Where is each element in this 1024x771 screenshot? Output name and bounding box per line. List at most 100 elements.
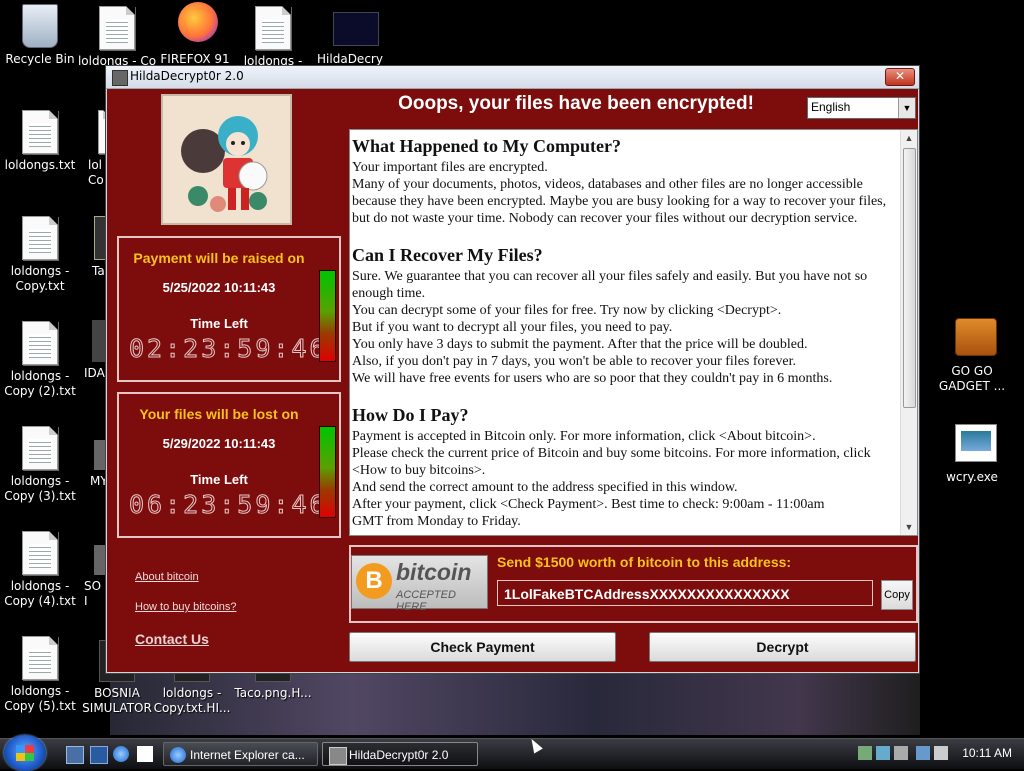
vertical-scrollbar[interactable]: ▲ ▼ bbox=[900, 130, 917, 535]
bitcoin-logo-word: bitcoin bbox=[396, 559, 472, 585]
recycle-bin-icon bbox=[22, 4, 58, 48]
files-lost-panel: Your files will be lost on 5/29/2022 10:… bbox=[117, 392, 341, 538]
text-file-icon bbox=[22, 110, 58, 154]
desktop-icon-label: GO GO GADGET ... bbox=[938, 364, 1006, 393]
desktop-icon-loldongs-copy-5[interactable]: loldongs - Copy (5).txt bbox=[0, 636, 80, 714]
desktop-icon-wcry[interactable]: wcry.exe bbox=[932, 424, 1012, 485]
ransomware-window: HildaDecrypt0r 2.0 ✕ Ooops, your files h… bbox=[105, 65, 920, 674]
instructions-content: What Happened to My Computer? Your impor… bbox=[352, 132, 897, 530]
language-value: English bbox=[811, 100, 851, 114]
taskbar-item-internet-explorer[interactable]: Internet Explorer ca... bbox=[163, 742, 318, 766]
chevron-down-icon: ▼ bbox=[898, 98, 915, 118]
countdown-timer: 06:23:59:46 bbox=[129, 490, 328, 520]
panel-heading: Payment will be raised on bbox=[133, 250, 305, 266]
tray-app-icon[interactable] bbox=[894, 746, 908, 760]
desktop-icon-label: lol Co bbox=[88, 158, 104, 187]
desktop-icon-loldongs-copy[interactable]: loldongs - Copy.txt bbox=[0, 216, 80, 294]
decrypt-button[interactable]: Decrypt bbox=[649, 632, 916, 662]
volume-muted-icon[interactable] bbox=[934, 746, 948, 760]
desktop-icon-label: BOSNIA SIMULATOR bbox=[82, 686, 152, 715]
desktop-icon-label: loldongs - Copy (3).txt bbox=[4, 474, 76, 503]
app-icon bbox=[329, 747, 347, 765]
paragraph: Sure. We guarantee that you can recover … bbox=[352, 269, 868, 301]
bitcoin-icon: B bbox=[356, 563, 392, 599]
desktop-icon-label: loldongs - Copy (2).txt bbox=[4, 369, 76, 398]
ransom-headline: Ooops, your files have been encrypted! bbox=[398, 93, 754, 114]
contact-us-link[interactable]: Contact Us bbox=[135, 631, 209, 647]
panel-heading: Your files will be lost on bbox=[139, 406, 299, 422]
internet-explorer-icon bbox=[170, 747, 186, 763]
show-desktop-icon[interactable] bbox=[66, 746, 84, 764]
switch-windows-icon[interactable] bbox=[90, 746, 108, 764]
desktop-icon-label: loldongs - Copy (5).txt bbox=[4, 684, 76, 713]
desktop-icon-loldongs-top[interactable]: loldongs - Co bbox=[77, 6, 157, 69]
tray-app-icon[interactable] bbox=[876, 746, 890, 760]
text-file-icon bbox=[99, 6, 135, 50]
language-select[interactable]: English ▼ bbox=[807, 97, 916, 119]
time-left-bar bbox=[319, 426, 336, 518]
panel-date: 5/29/2022 10:11:43 bbox=[162, 436, 276, 451]
section-heading: How Do I Pay? bbox=[352, 405, 469, 425]
desktop-icon-label: loldongs - Copy.txt.HI... bbox=[153, 686, 231, 715]
bitcoin-address-field[interactable]: 1LolFakeBTCAddressXXXXXXXXXXXXXXX bbox=[497, 580, 873, 606]
hilda-mascot-image bbox=[161, 94, 292, 225]
accepted-here-text: ACCEPTED HERE bbox=[396, 589, 456, 613]
window-title: HildaDecrypt0r 2.0 bbox=[130, 69, 244, 83]
panel-label: Time Left bbox=[190, 472, 248, 487]
internet-explorer-icon[interactable] bbox=[113, 746, 129, 762]
scrollbar-thumb[interactable] bbox=[903, 148, 916, 408]
hilda-app-icon bbox=[333, 12, 379, 46]
copy-button[interactable]: Copy bbox=[881, 580, 913, 610]
how-to-buy-bitcoins-link[interactable]: How to buy bitcoins? bbox=[135, 601, 237, 613]
desktop-icon-label: Taco.png.H... bbox=[234, 686, 312, 700]
about-bitcoin-link[interactable]: About bitcoin bbox=[135, 571, 199, 583]
desktop-icon-loldongs[interactable]: loldongs.txt bbox=[0, 110, 80, 173]
desktop-icon-label: SO I bbox=[84, 579, 102, 608]
desktop-icon-label: MY bbox=[90, 474, 108, 488]
paragraph: Your important files are encrypted. bbox=[352, 160, 548, 175]
desktop-icon-loldongs-top-2[interactable]: loldongs - bbox=[233, 6, 313, 69]
desktop-icon-hildadecrypt[interactable]: HildaDecry bbox=[310, 12, 390, 67]
desktop-icon-partial[interactable]: MY bbox=[80, 440, 108, 489]
text-file-icon bbox=[22, 426, 58, 470]
tray-app-icon[interactable] bbox=[858, 746, 872, 760]
taskbar-clock[interactable]: 10:11 AM bbox=[962, 746, 1012, 760]
app-icon bbox=[112, 70, 128, 86]
section-heading: Can I Recover My Files? bbox=[352, 245, 543, 265]
scroll-down-icon[interactable]: ▼ bbox=[901, 519, 917, 535]
desktop-icon-loldongs-copy-3[interactable]: loldongs - Copy (3).txt bbox=[0, 426, 80, 504]
paragraph: Many of your documents, photos, videos, … bbox=[352, 177, 887, 226]
desktop-icon-loldongs-copy-2[interactable]: loldongs - Copy (2).txt bbox=[0, 321, 80, 399]
text-file-icon bbox=[22, 531, 58, 575]
check-payment-button[interactable]: Check Payment bbox=[349, 632, 616, 662]
start-button[interactable] bbox=[4, 735, 46, 771]
send-amount-label: Send $1500 worth of bitcoin to this addr… bbox=[497, 554, 792, 570]
desktop-icon-partial[interactable]: lol Co bbox=[78, 110, 108, 188]
taskbar-item-hildadecrypt[interactable]: HildaDecrypt0r 2.0 bbox=[322, 742, 478, 766]
task-label: Internet Explorer ca... bbox=[190, 748, 305, 762]
instructions-text-pane[interactable]: What Happened to My Computer? Your impor… bbox=[349, 129, 918, 536]
text-file-icon bbox=[22, 216, 58, 260]
desktop-icon-loldongs-copy-4[interactable]: loldongs - Copy (4).txt bbox=[0, 531, 80, 609]
desktop-icon-label: IDA bbox=[84, 366, 105, 380]
scroll-up-icon[interactable]: ▲ bbox=[901, 130, 917, 146]
desktop-icon-partial[interactable]: Ta bbox=[80, 216, 108, 279]
close-button[interactable]: ✕ bbox=[885, 68, 915, 86]
document-icon[interactable] bbox=[137, 746, 153, 762]
desktop-icon-label: Recycle Bin bbox=[5, 52, 75, 66]
desktop-icon-partial[interactable]: SO I bbox=[80, 545, 108, 609]
desktop-icon-firefox[interactable]: FIREFOX 91 bbox=[155, 2, 235, 67]
paragraph: You can decrypt some of your files for f… bbox=[352, 303, 782, 318]
briefcase-icon bbox=[955, 318, 997, 356]
desktop-icon-recycle-bin[interactable]: Recycle Bin bbox=[0, 4, 80, 67]
paragraph: But if you want to decrypt all your file… bbox=[352, 320, 673, 335]
desktop-icon-partial[interactable]: IDA bbox=[80, 320, 108, 381]
title-bar[interactable]: HildaDecrypt0r 2.0 ✕ bbox=[106, 66, 919, 89]
desktop-icon-label: loldongs - Copy.txt bbox=[10, 264, 70, 293]
paragraph: GMT from Monday to Friday. bbox=[352, 514, 521, 529]
desktop-icon-go-go-gadget[interactable]: GO GO GADGET ... bbox=[932, 318, 1012, 394]
network-icon[interactable] bbox=[916, 746, 930, 760]
desktop-icon-label: Ta bbox=[92, 264, 105, 278]
system-tray: 10:11 AM bbox=[854, 739, 1024, 769]
payment-box: B bitcoin ACCEPTED HERE Send $1500 worth… bbox=[349, 545, 918, 623]
